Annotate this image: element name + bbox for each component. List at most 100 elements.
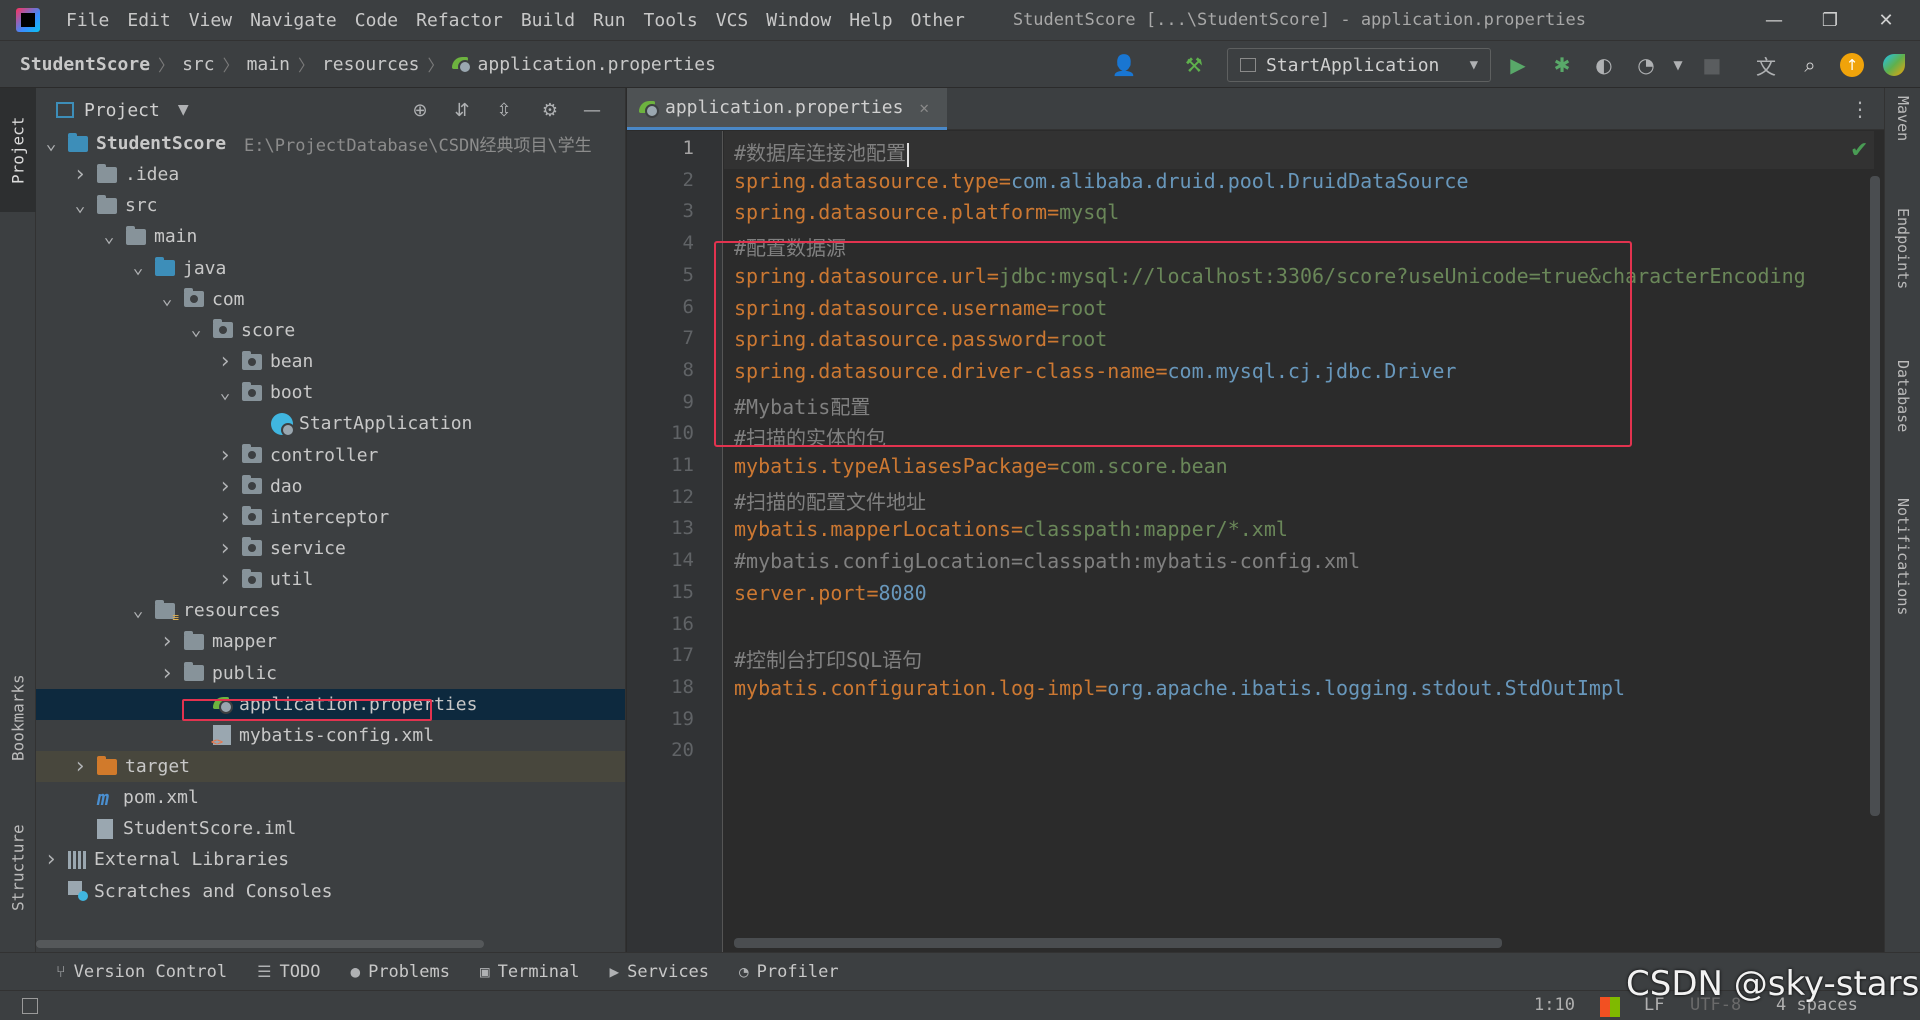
project-tool-tab[interactable]: Project	[0, 88, 36, 212]
menu-window[interactable]: Window	[766, 10, 831, 31]
hide-panel-icon[interactable]: —	[580, 98, 604, 122]
tree-item[interactable]: ⌄ StudentScore E:\ProjectDatabase\CSDN经典项目…	[36, 128, 625, 159]
menu-view[interactable]: View	[189, 10, 232, 31]
chevron-down-icon[interactable]: ⌄	[44, 134, 58, 152]
minimize-button[interactable]: —	[1746, 0, 1802, 40]
locate-file-icon[interactable]: ⊕	[408, 98, 432, 122]
menu-file[interactable]: File	[66, 10, 109, 31]
tool-problems[interactable]: ● Problems	[350, 962, 450, 982]
search-icon[interactable]: ⌕	[1796, 51, 1824, 79]
build-hammer-icon[interactable]: ⚒	[1180, 51, 1208, 79]
tree-item[interactable]: › .idea	[36, 159, 625, 190]
menu-tools[interactable]: Tools	[644, 10, 698, 31]
stop-icon[interactable]: ■	[1698, 51, 1726, 79]
chevron-down-icon[interactable]: ⌄	[160, 290, 174, 308]
restore-button[interactable]: ❐	[1802, 0, 1858, 40]
database-tool-tab[interactable]: Database	[1885, 360, 1920, 480]
chevron-down-icon[interactable]: ⌄	[218, 383, 232, 401]
tree-item[interactable]: ⌄ java	[36, 253, 625, 284]
chevron-right-icon[interactable]: ›	[218, 567, 232, 592]
update-icon[interactable]: ↑	[1838, 51, 1866, 79]
editor-vertical-scrollbar[interactable]	[1870, 176, 1880, 816]
project-horizontal-scrollbar[interactable]	[36, 940, 484, 948]
chevron-down-icon[interactable]: ⌄	[102, 227, 116, 245]
tool-version-control[interactable]: ⑂ Version Control	[56, 962, 227, 982]
menu-build[interactable]: Build	[521, 10, 575, 31]
tree-item[interactable]: StudentScore.iml	[36, 813, 625, 844]
caret-position[interactable]: 1:10	[1534, 995, 1575, 1015]
chevron-down-icon[interactable]: ⌄	[131, 259, 145, 277]
chevron-right-icon[interactable]: ›	[160, 629, 174, 654]
breadcrumb-item[interactable]: src	[182, 54, 215, 75]
tree-item[interactable]: StartApplication	[36, 408, 625, 439]
run-icon[interactable]: ▶	[1504, 51, 1532, 79]
maven-tool-tab[interactable]: Maven	[1885, 96, 1920, 186]
tree-item[interactable]: › target	[36, 751, 625, 782]
menu-navigate[interactable]: Navigate	[250, 10, 337, 31]
more-tabs-icon[interactable]: ⋮	[1850, 97, 1870, 121]
tool-terminal[interactable]: ▣ Terminal	[480, 962, 580, 982]
coverage-icon[interactable]: ◐	[1590, 51, 1618, 79]
tree-item[interactable]: › dao	[36, 471, 625, 502]
tree-item[interactable]: ⌄ score	[36, 315, 625, 346]
chevron-right-icon[interactable]: ›	[160, 661, 174, 686]
project-panel-title[interactable]: Project	[84, 100, 160, 121]
tree-item[interactable]: › External Libraries	[36, 844, 625, 875]
gear-icon[interactable]: ⚙	[538, 98, 562, 122]
chevron-right-icon[interactable]: ›	[218, 474, 232, 499]
menu-code[interactable]: Code	[355, 10, 398, 31]
close-window-button[interactable]: ✕	[1858, 0, 1914, 40]
menu-other[interactable]: Other	[911, 10, 965, 31]
tool-todo[interactable]: ☰ TODO	[257, 962, 320, 982]
menu-edit[interactable]: Edit	[127, 10, 170, 31]
debug-icon[interactable]: ✱	[1548, 51, 1576, 79]
run-configuration-select[interactable]: StartApplication ▼	[1227, 48, 1491, 82]
chevron-right-icon[interactable]: ›	[73, 754, 87, 779]
translate-icon[interactable]: 文	[1752, 51, 1780, 79]
menu-vcs[interactable]: VCS	[716, 10, 749, 31]
breadcrumb-item[interactable]: resources	[322, 54, 420, 75]
toggle-tool-windows-icon[interactable]	[22, 998, 38, 1014]
tree-item[interactable]: ⌄ src	[36, 190, 625, 221]
chevron-right-icon[interactable]: ›	[218, 536, 232, 561]
menu-help[interactable]: Help	[849, 10, 892, 31]
tree-item[interactable]: › public	[36, 658, 625, 689]
editor-horizontal-scrollbar[interactable]	[734, 938, 1502, 948]
collapse-all-icon[interactable]: ⇳	[492, 98, 516, 122]
breadcrumb-item[interactable]: StudentScore	[20, 54, 150, 75]
tree-item[interactable]: › controller	[36, 440, 625, 471]
tree-item[interactable]: Scratches and Consoles	[36, 876, 625, 907]
bookmarks-tool-tab[interactable]: Bookmarks	[0, 658, 36, 778]
structure-tool-tab[interactable]: Structure	[0, 808, 36, 928]
breadcrumb-item[interactable]: application.properties	[451, 54, 716, 75]
menu-run[interactable]: Run	[593, 10, 626, 31]
chevron-down-icon[interactable]: ⌄	[73, 196, 87, 214]
chevron-right-icon[interactable]: ›	[218, 505, 232, 530]
expand-all-icon[interactable]: ⇵	[450, 98, 474, 122]
chevron-right-icon[interactable]: ›	[218, 443, 232, 468]
breadcrumb-item[interactable]: main	[247, 54, 290, 75]
plugin-logo-icon[interactable]	[1880, 51, 1908, 79]
no-problems-check-icon[interactable]: ✔	[1850, 138, 1868, 163]
chevron-right-icon[interactable]: ›	[44, 847, 58, 872]
chevron-down-icon[interactable]: ⌄	[131, 601, 145, 619]
tree-item[interactable]: ⌄ main	[36, 221, 625, 252]
tool-profiler[interactable]: ◔ Profiler	[739, 962, 839, 982]
tree-item[interactable]: m pom.xml	[36, 782, 625, 813]
profile-icon[interactable]: ◔	[1632, 51, 1660, 79]
tab-application-properties[interactable]: application.properties ✕	[627, 88, 947, 130]
user-icon[interactable]: 👤	[1110, 51, 1138, 79]
tree-item[interactable]: › mapper	[36, 626, 625, 657]
tool-services[interactable]: ▶ Services	[610, 962, 710, 982]
notifications-tool-tab[interactable]: Notifications	[1885, 498, 1920, 658]
menu-refactor[interactable]: Refactor	[416, 10, 503, 31]
tree-item[interactable]: ⌄ boot	[36, 377, 625, 408]
tree-item[interactable]: mybatis-config.xml	[36, 720, 625, 751]
tree-item[interactable]: ⌄ com	[36, 284, 625, 315]
chevron-right-icon[interactable]: ›	[218, 349, 232, 374]
tree-item[interactable]: › util	[36, 564, 625, 595]
view-chevron-down-icon[interactable]: ▼	[178, 102, 189, 118]
tree-item[interactable]: › bean	[36, 346, 625, 377]
endpoints-tool-tab[interactable]: Endpoints	[1885, 208, 1920, 348]
tree-item[interactable]: ⌄ resources	[36, 595, 625, 626]
